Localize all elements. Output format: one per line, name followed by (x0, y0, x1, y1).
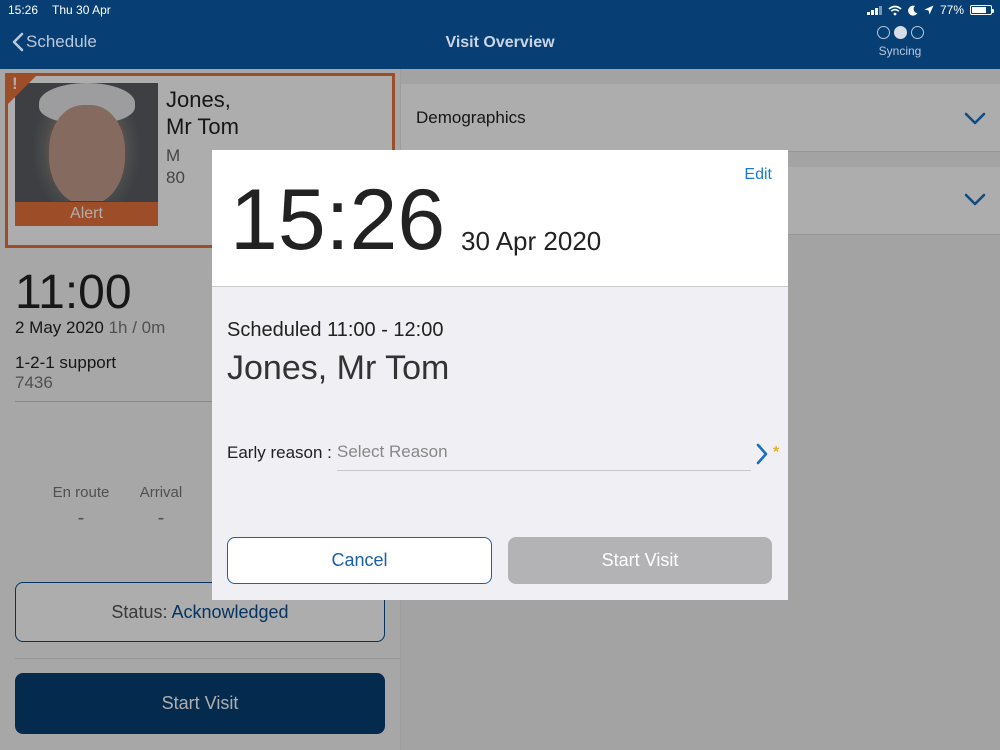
start-visit-dialog: Edit 15:26 30 Apr 2020 Scheduled 11:00 -… (212, 150, 788, 600)
location-icon (924, 5, 934, 15)
page-title: Visit Overview (445, 34, 555, 51)
dialog-header: Edit 15:26 30 Apr 2020 (212, 150, 788, 287)
scheduled-time: Scheduled 11:00 - 12:00 (227, 319, 444, 341)
required-indicator: * (773, 444, 780, 461)
sync-dots (870, 26, 930, 39)
sync-dot (876, 26, 890, 39)
current-date: 30 Apr 2020 (461, 226, 602, 256)
status-time: 15:26 (8, 3, 39, 17)
early-reason-label: Early reason : (227, 443, 332, 462)
chevron-right-icon[interactable] (755, 443, 769, 465)
dialog-patient-name: Jones, Mr Tom (227, 349, 450, 387)
sync-dot (910, 26, 924, 39)
wifi-icon (888, 5, 902, 15)
start-visit-button-disabled[interactable]: Start Visit (508, 537, 772, 584)
sync-label: Syncing (878, 44, 922, 58)
navigation-bar: 15:26 Thu 30 Apr 77% Schedule Visit Over… (0, 0, 1000, 69)
signal-icon (866, 5, 882, 15)
battery-percent: 77% (939, 3, 964, 17)
status-bar-right: 77% (866, 3, 994, 17)
sync-indicator: Syncing (870, 26, 930, 58)
edit-button[interactable]: Edit (744, 166, 772, 184)
moon-icon (908, 5, 918, 16)
cancel-button[interactable]: Cancel (227, 537, 492, 584)
sync-dot (893, 26, 907, 39)
early-reason-select[interactable]: Select Reason (337, 442, 751, 471)
current-time: 15:26 (230, 172, 446, 268)
battery-icon (970, 5, 994, 15)
status-bar-left: 15:26 Thu 30 Apr (8, 3, 111, 17)
status-date: Thu 30 Apr (52, 3, 111, 17)
